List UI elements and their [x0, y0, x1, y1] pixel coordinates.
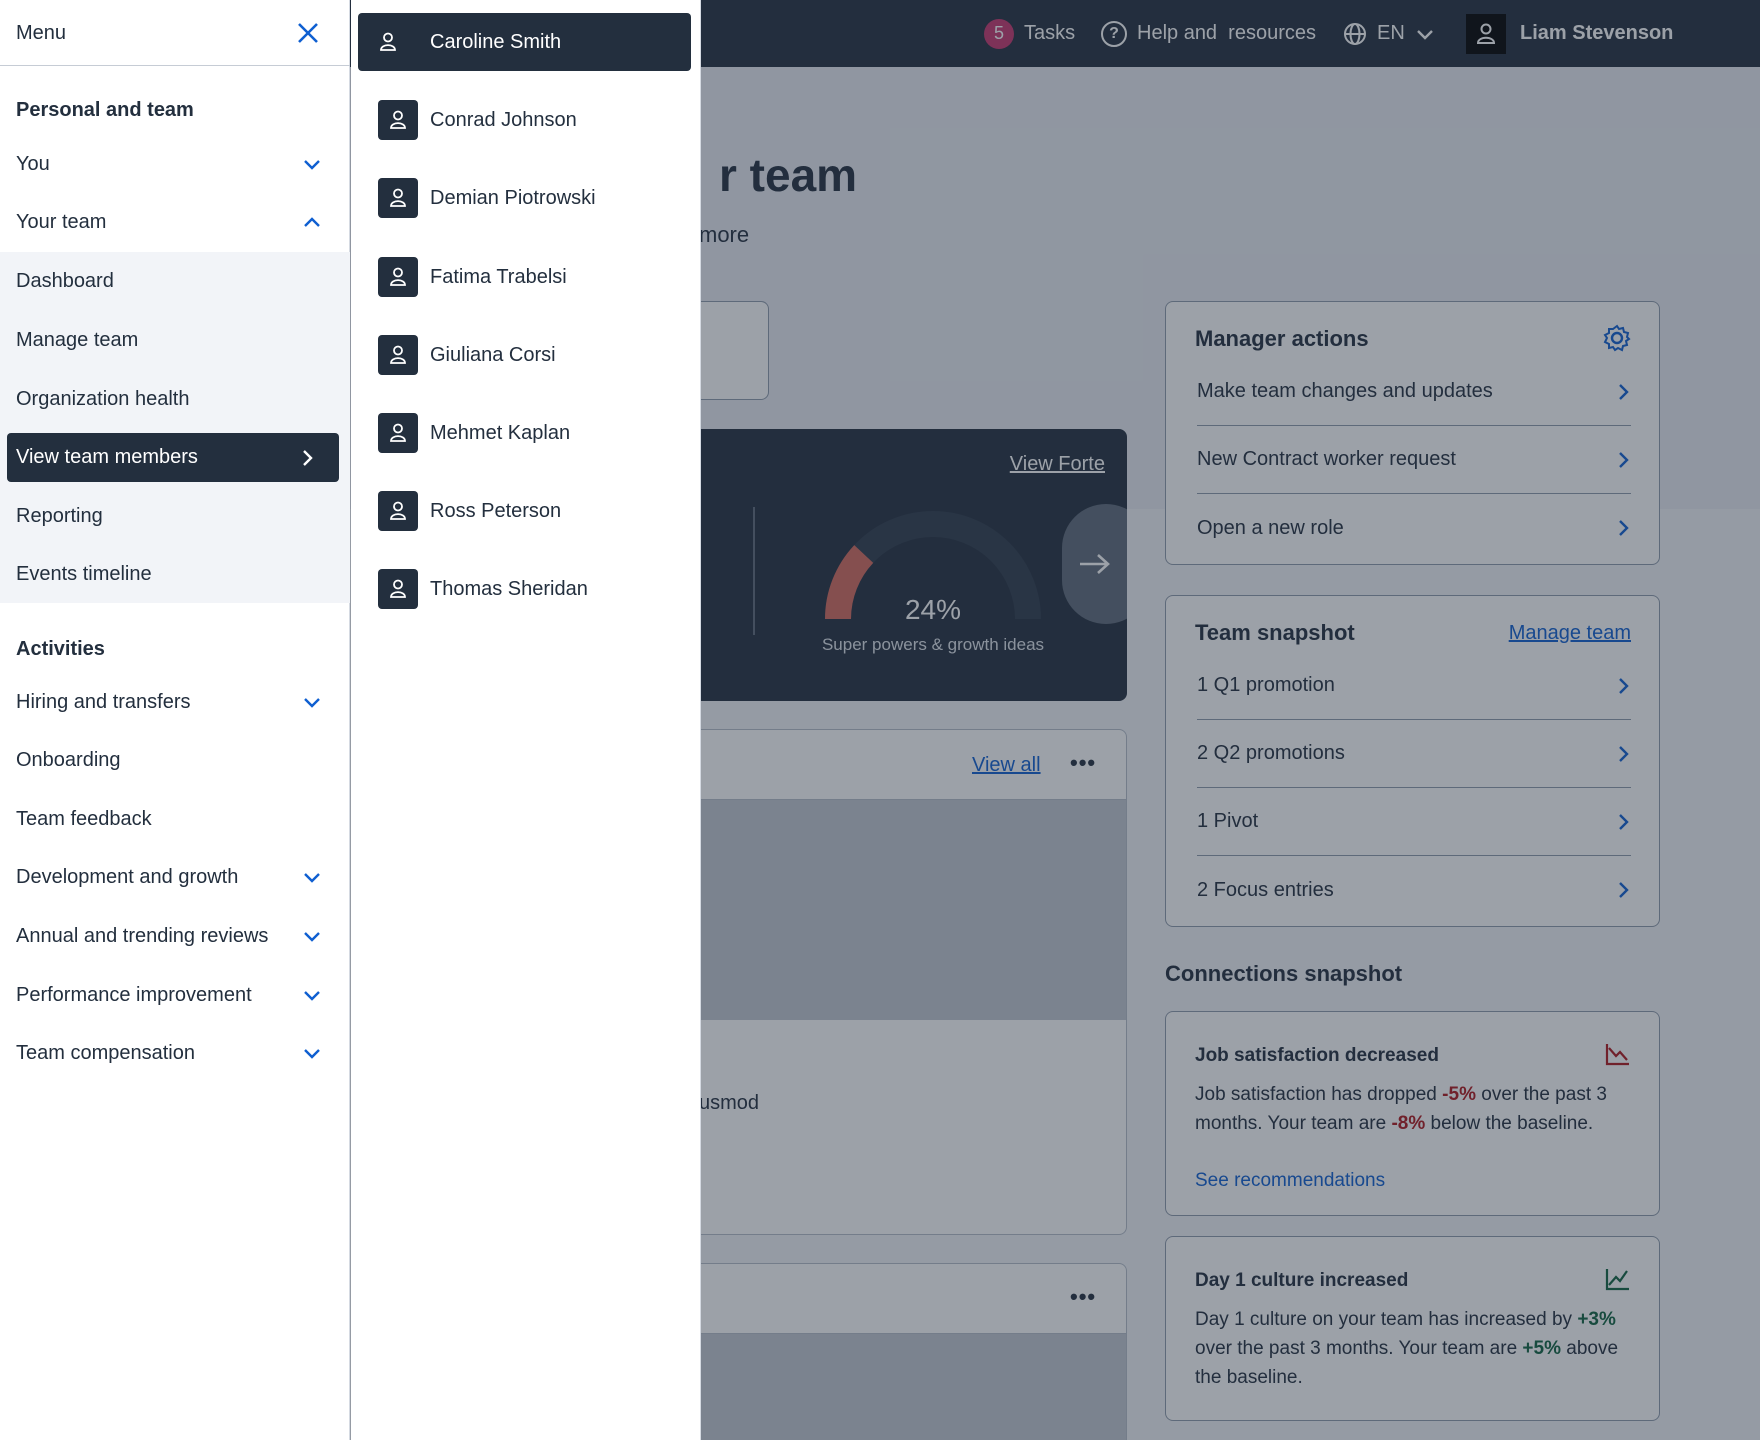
chevron-down-icon	[304, 873, 320, 883]
member-name: Demian Piotrowski	[430, 186, 596, 209]
menu-item-label: Annual and trending reviews	[16, 924, 269, 947]
menu-item-label: Performance improvement	[16, 983, 252, 1006]
menu-item-reporting[interactable]: Reporting	[0, 487, 350, 545]
member-name: Caroline Smith	[430, 30, 562, 53]
menu-item-events-timeline[interactable]: Events timeline	[0, 545, 350, 603]
person-icon	[378, 178, 418, 218]
chevron-up-icon	[304, 217, 320, 227]
menu-item-team-compensation[interactable]: Team compensation	[0, 1024, 350, 1082]
member-item[interactable]: Thomas Sheridan	[368, 560, 700, 618]
member-item[interactable]: Caroline Smith	[358, 13, 691, 71]
person-icon	[368, 22, 408, 62]
menu-item-you[interactable]: You	[0, 135, 350, 193]
chevron-down-icon	[304, 160, 320, 170]
person-icon	[378, 569, 418, 609]
menu-item-label: You	[16, 152, 50, 175]
member-item[interactable]: Fatima Trabelsi	[368, 248, 700, 306]
menu-item-onboarding[interactable]: Onboarding	[0, 731, 350, 789]
menu-item-label: View team members	[16, 446, 198, 468]
member-item[interactable]: Mehmet Kaplan	[368, 404, 700, 462]
chevron-down-icon	[304, 698, 320, 708]
menu-item-label: Onboarding	[16, 748, 121, 771]
menu-item-manage-team[interactable]: Manage team	[0, 311, 350, 369]
person-icon	[378, 491, 418, 531]
menu-item-view-team-members[interactable]: View team members	[7, 433, 339, 482]
menu-item-label: Team feedback	[16, 807, 152, 830]
side-menu: Menu Personal and team You Your team Das…	[0, 0, 350, 1440]
chevron-down-icon	[304, 1049, 320, 1059]
person-icon	[378, 335, 418, 375]
menu-item-annual-reviews[interactable]: Annual and trending reviews	[0, 907, 350, 965]
section-activities: Activities	[16, 638, 105, 660]
person-icon	[378, 100, 418, 140]
member-name: Mehmet Kaplan	[430, 421, 571, 444]
close-icon[interactable]	[295, 20, 321, 46]
menu-item-label: Development and growth	[16, 865, 239, 888]
menu-item-development-growth[interactable]: Development and growth	[0, 848, 350, 906]
menu-item-label: Your team	[16, 210, 107, 233]
menu-item-your-team[interactable]: Your team	[0, 193, 350, 251]
menu-item-organization-health[interactable]: Organization health	[0, 370, 350, 428]
menu-item-label: Events timeline	[16, 562, 152, 585]
person-icon	[378, 413, 418, 453]
member-name: Giuliana Corsi	[430, 343, 556, 366]
menu-item-performance-improvement[interactable]: Performance improvement	[0, 966, 350, 1024]
member-name: Thomas Sheridan	[430, 577, 588, 600]
menu-item-team-feedback[interactable]: Team feedback	[0, 790, 350, 848]
member-name: Fatima Trabelsi	[430, 265, 567, 288]
menu-item-label: Dashboard	[16, 269, 114, 292]
menu-item-dashboard[interactable]: Dashboard	[0, 252, 350, 310]
section-personal-team: Personal and team	[16, 99, 194, 121]
chevron-right-icon	[303, 449, 313, 466]
menu-item-label: Manage team	[16, 328, 139, 351]
member-name: Ross Peterson	[430, 499, 562, 522]
menu-item-label: Reporting	[16, 504, 103, 527]
chevron-down-icon	[304, 991, 320, 1001]
member-item[interactable]: Giuliana Corsi	[368, 326, 700, 384]
menu-item-label: Team compensation	[16, 1041, 195, 1064]
menu-item-label: Hiring and transfers	[16, 690, 191, 713]
menu-header: Menu	[0, 0, 350, 66]
menu-title: Menu	[16, 22, 67, 44]
menu-item-hiring-transfers[interactable]: Hiring and transfers	[0, 673, 350, 731]
chevron-down-icon	[304, 932, 320, 942]
team-members-flyout: Caroline Smith Conrad Johnson Demian Pio…	[351, 0, 701, 1440]
member-item[interactable]: Ross Peterson	[368, 482, 700, 540]
member-item[interactable]: Conrad Johnson	[368, 91, 700, 149]
member-item[interactable]: Demian Piotrowski	[368, 169, 700, 227]
menu-item-label: Organization health	[16, 387, 190, 410]
person-icon	[378, 257, 418, 297]
member-name: Conrad Johnson	[430, 108, 577, 131]
